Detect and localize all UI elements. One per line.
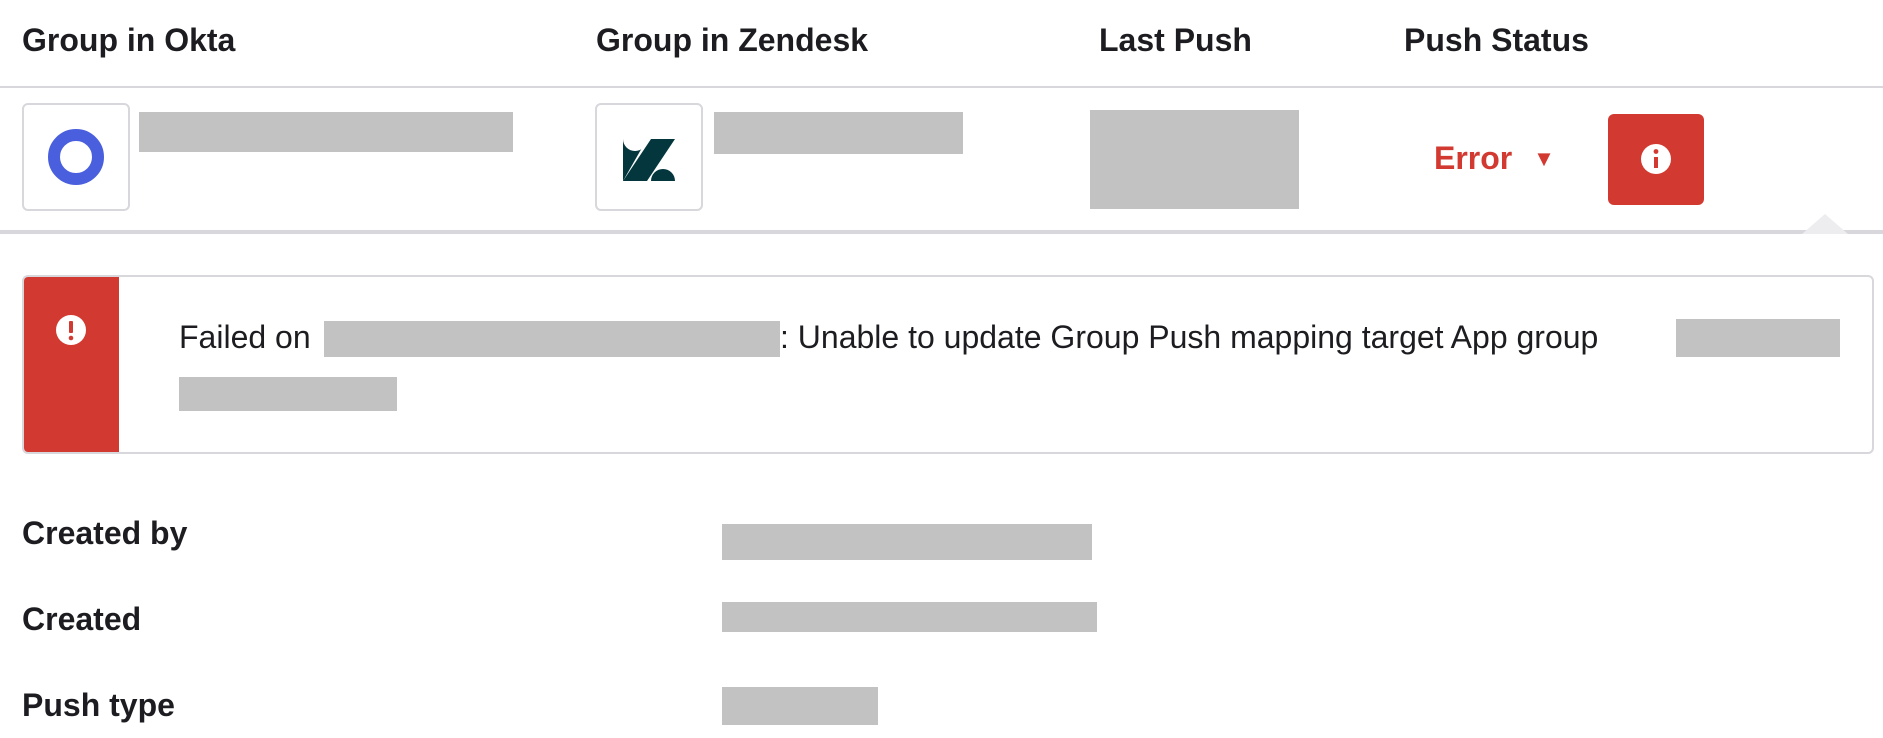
- error-info-button[interactable]: [1608, 114, 1704, 205]
- error-group-redacted-2: [179, 377, 397, 411]
- created-by-value-redacted: [722, 524, 1092, 560]
- error-group-redacted: [1676, 319, 1840, 357]
- error-target-redacted: [324, 321, 780, 357]
- header-last-push[interactable]: Last Push: [1099, 22, 1252, 59]
- push-type-label: Push type: [22, 687, 175, 723]
- created-label: Created: [22, 601, 142, 637]
- okta-group-name-redacted[interactable]: [139, 112, 513, 152]
- okta-group-tile: [22, 103, 130, 211]
- push-status-text: Error: [1434, 140, 1513, 176]
- zendesk-group-name-redacted[interactable]: [714, 112, 963, 154]
- last-push-redacted: [1090, 110, 1299, 209]
- header-group-in-okta[interactable]: Group in Okta: [22, 22, 235, 59]
- error-banner: Failed on : Unable to update Group Push …: [22, 275, 1874, 454]
- chevron-down-icon: ▼: [1533, 146, 1555, 171]
- okta-logo-icon: [48, 129, 104, 185]
- alert-icon: [56, 315, 86, 345]
- push-status-dropdown[interactable]: Error ▼: [1434, 140, 1555, 177]
- error-banner-strip: [24, 277, 119, 452]
- zendesk-logo-icon: [623, 139, 675, 181]
- created-by-label: Created by: [22, 515, 188, 551]
- zendesk-group-tile: [595, 103, 703, 211]
- error-prefix: Failed on: [179, 319, 311, 355]
- error-message: : Unable to update Group Push mapping ta…: [780, 319, 1599, 355]
- created-value-redacted: [722, 602, 1097, 632]
- header-push-status[interactable]: Push Status: [1404, 22, 1589, 59]
- header-group-in-zendesk[interactable]: Group in Zendesk: [596, 22, 868, 59]
- info-icon: [1641, 144, 1671, 174]
- row-divider: [0, 230, 1883, 234]
- popover-pointer: [1802, 214, 1848, 234]
- header-divider: [0, 86, 1883, 88]
- push-type-value-redacted: [722, 687, 878, 725]
